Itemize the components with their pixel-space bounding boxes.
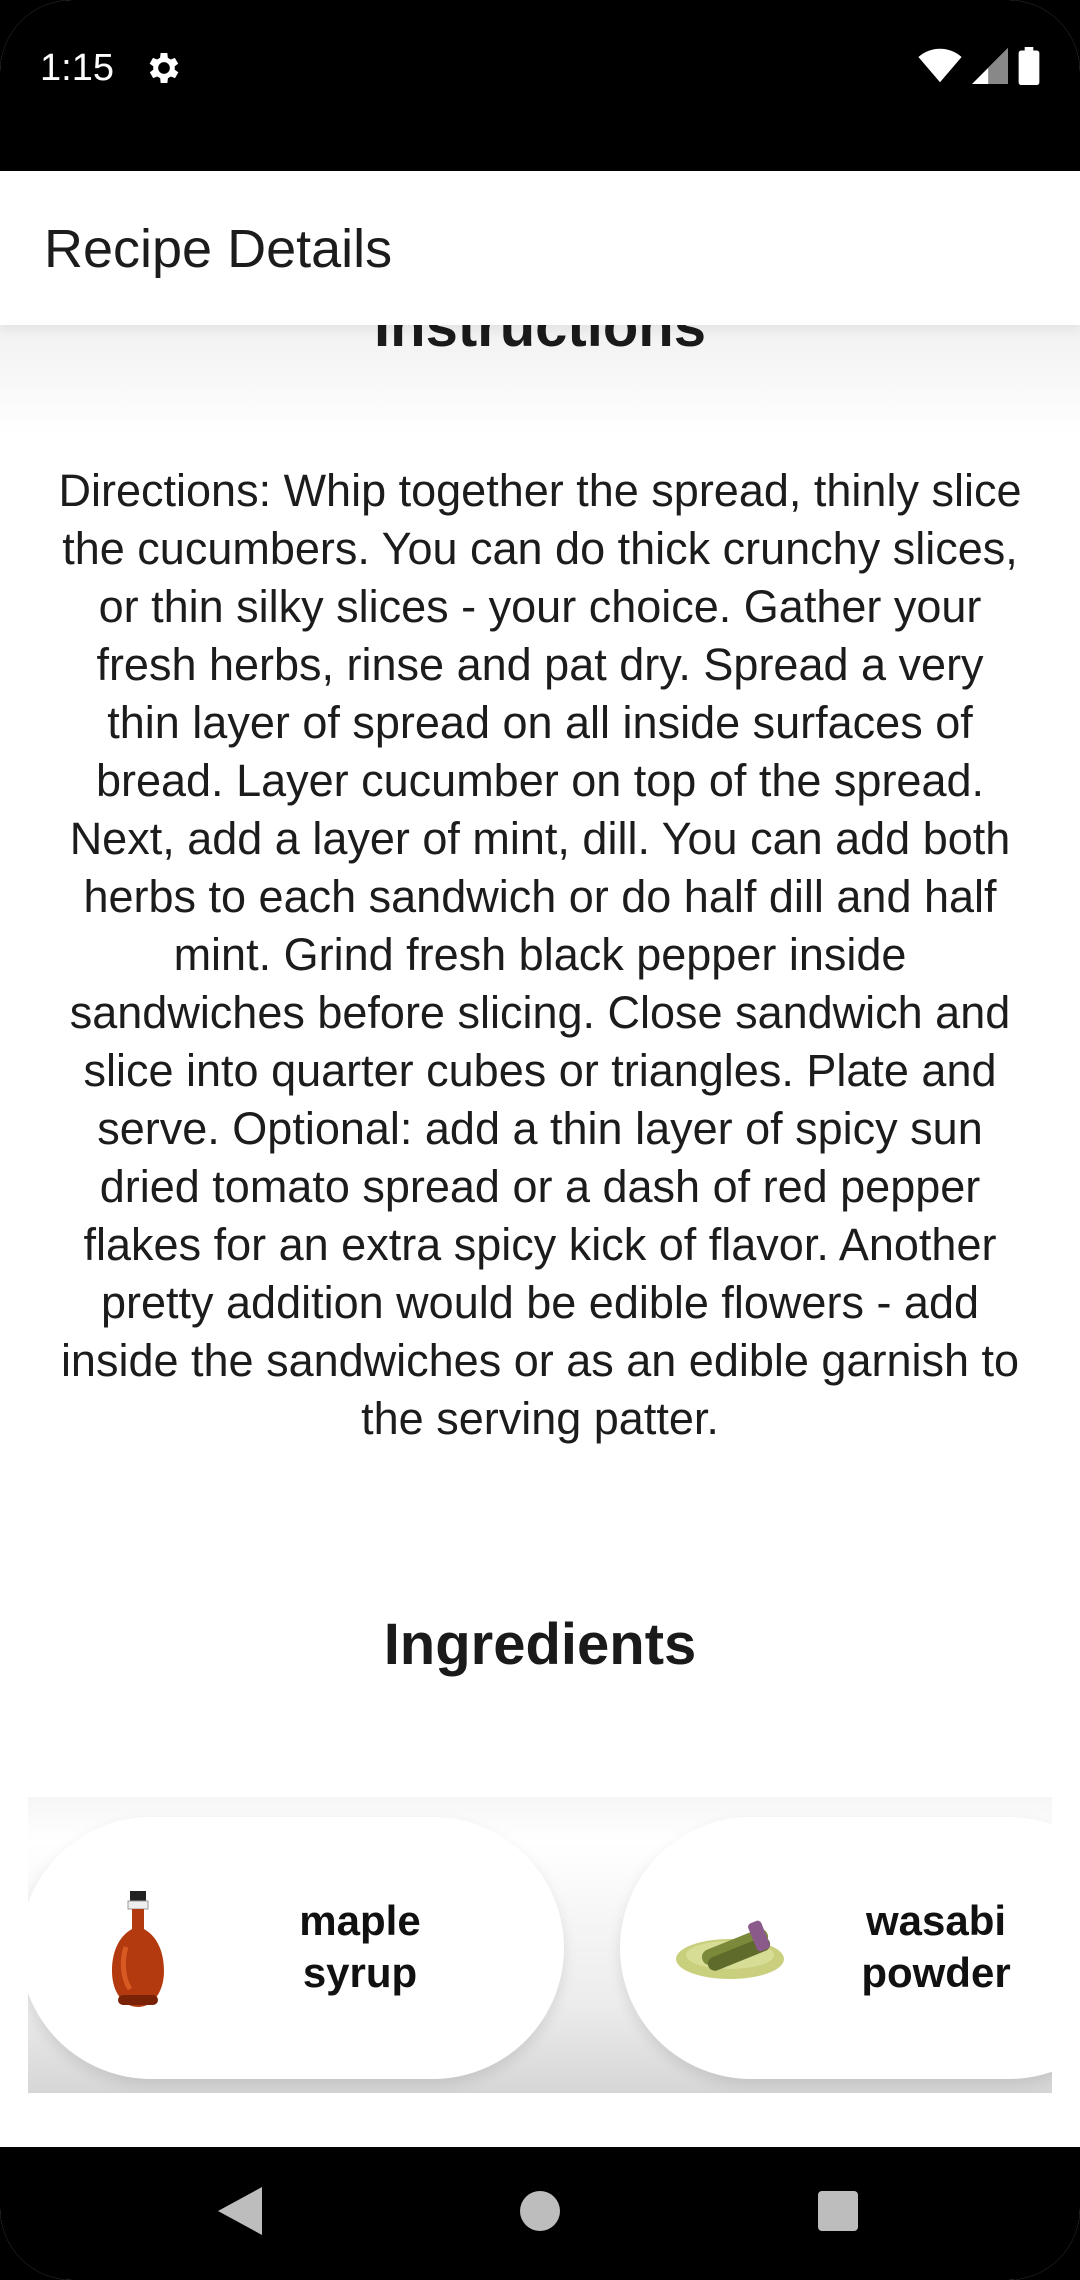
battery-icon (1018, 46, 1040, 90)
status-time: 1:15 (40, 47, 114, 89)
instructions-heading: Instructions (374, 325, 706, 359)
status-icons (918, 46, 1040, 90)
wifi-icon (918, 48, 962, 89)
recipe-content-scroll[interactable]: Instructions Directions: Whip together t… (0, 325, 1080, 2147)
status-bar: 1:15 (0, 0, 1080, 171)
phone-screen: 1:15 Recipe Details Instructions Directi… (0, 0, 1080, 2280)
back-button[interactable] (170, 2147, 310, 2280)
recents-icon (818, 2191, 858, 2236)
maple-syrup-bottle-icon (68, 1877, 208, 2017)
ingredient-card[interactable]: maple syrup (28, 1817, 564, 2079)
cellular-signal-icon (972, 47, 1008, 89)
ingredients-carousel[interactable]: maple syrup wasabi powder (28, 1797, 1052, 2093)
app-bar: Recipe Details (0, 171, 1080, 325)
home-icon (520, 2191, 560, 2236)
instructions-text: Directions: Whip together the spread, th… (58, 465, 1022, 1444)
page-title: Recipe Details (44, 219, 393, 279)
system-nav-bar (0, 2147, 1080, 2280)
settings-gear-icon (144, 48, 184, 88)
ingredient-name: maple syrup (299, 1897, 421, 1996)
ingredients-heading: Ingredients (383, 1612, 697, 1677)
ingredient-card[interactable]: wasabi powder (620, 1817, 1052, 2079)
home-button[interactable] (470, 2147, 610, 2280)
recents-button[interactable] (768, 2147, 908, 2280)
wasabi-powder-icon (660, 1877, 800, 2017)
back-icon (218, 2187, 262, 2240)
ingredient-name: wasabi powder (861, 1897, 1011, 1996)
